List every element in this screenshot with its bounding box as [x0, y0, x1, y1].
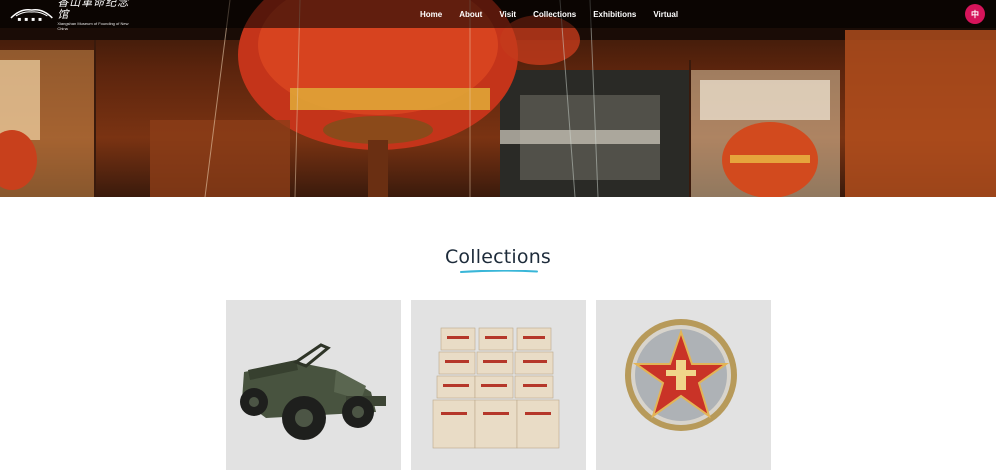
top-nav: 香山革命纪念馆 Xiangshan Museum of Founding of …: [0, 0, 996, 31]
collection-card-jeep[interactable]: [226, 300, 401, 470]
hero-banner: [0, 0, 996, 197]
section-title: Collections: [444, 246, 552, 268]
hero-illustration: [0, 0, 996, 197]
nav-home[interactable]: Home: [420, 10, 442, 19]
star-badge-icon: [625, 319, 737, 431]
book-stack-icon: [432, 327, 560, 449]
language-toggle-button[interactable]: 中: [965, 4, 985, 24]
nav-virtual[interactable]: Virtual: [653, 10, 678, 19]
collection-card-books[interactable]: [411, 300, 586, 470]
nav-about[interactable]: About: [459, 10, 482, 19]
logo-english-text: Xiangshan Museum of Founding of New Chin…: [57, 21, 129, 31]
nav-visit[interactable]: Visit: [499, 10, 516, 19]
museum-roof-icon: [10, 9, 53, 21]
nav-collections[interactable]: Collections: [533, 10, 576, 19]
logo-chinese-text: 香山革命纪念馆: [57, 0, 130, 21]
nav-exhibitions[interactable]: Exhibitions: [593, 10, 636, 19]
military-jeep-icon: [240, 343, 386, 440]
title-underline: [460, 270, 538, 273]
collection-card-badge[interactable]: [596, 300, 771, 470]
site-logo[interactable]: 香山革命纪念馆 Xiangshan Museum of Founding of …: [10, 0, 140, 31]
main-menu: Home About Visit Collections Exhibitions…: [420, 0, 695, 28]
